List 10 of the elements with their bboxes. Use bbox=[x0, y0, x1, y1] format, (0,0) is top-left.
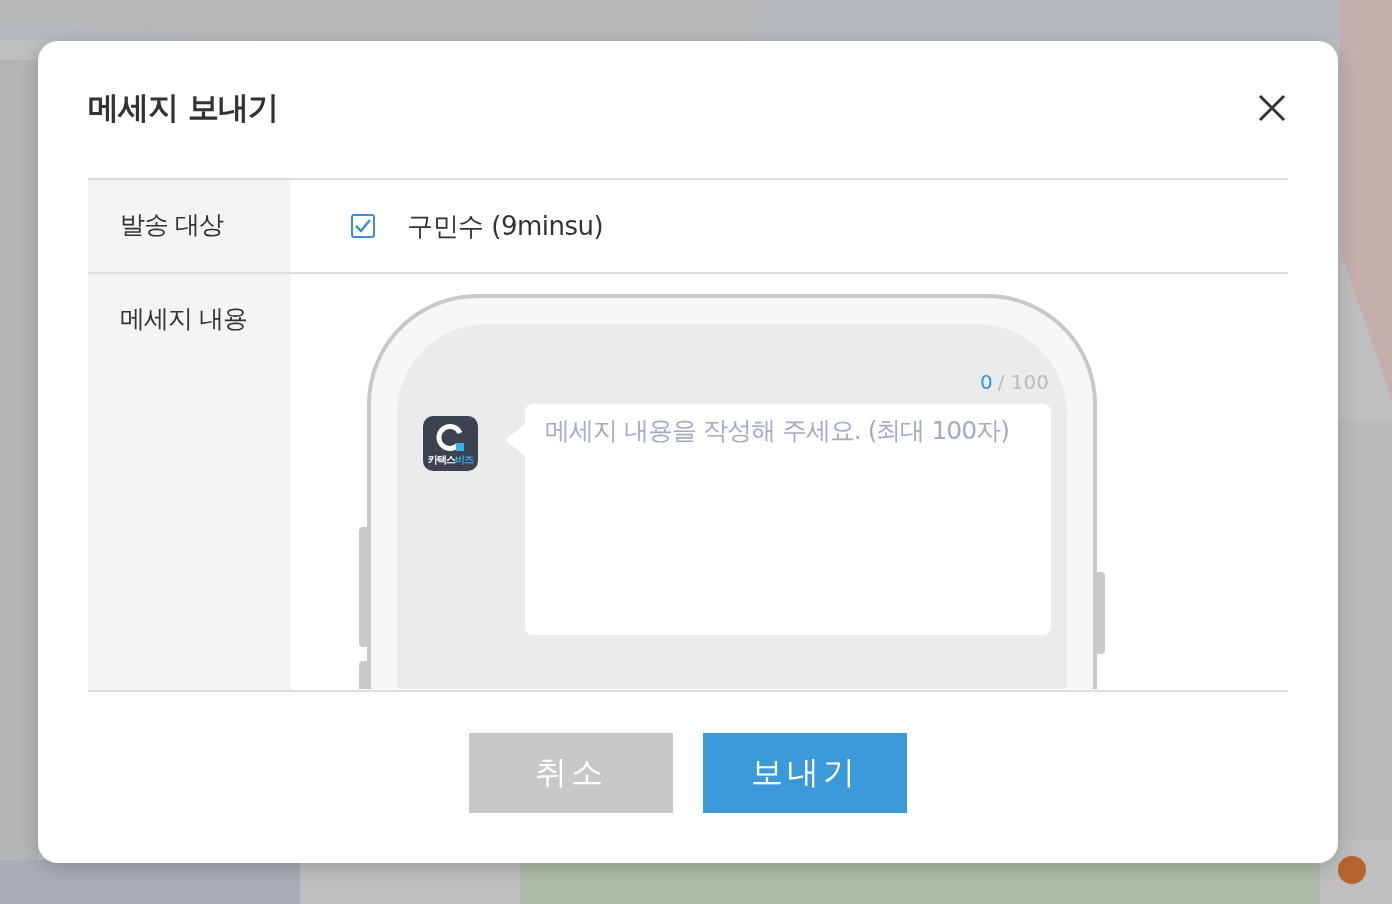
message-label: 메세지 내용 bbox=[120, 303, 248, 335]
character-count: 0 bbox=[980, 370, 993, 394]
dialog-title: 메세지 보내기 bbox=[88, 87, 278, 127]
recipient-checkbox[interactable] bbox=[351, 214, 375, 238]
recipient-name: 구민수 (9minsu) bbox=[407, 209, 604, 243]
message-field[interactable]: 메세지 내용을 작성해 주세요. (최대 100자) bbox=[525, 404, 1051, 635]
recipient-label: 발송 대상 bbox=[120, 209, 225, 241]
send-button[interactable]: 보내기 bbox=[703, 733, 907, 813]
check-icon bbox=[354, 218, 372, 234]
app-logo: 카택스비즈 bbox=[423, 416, 478, 471]
